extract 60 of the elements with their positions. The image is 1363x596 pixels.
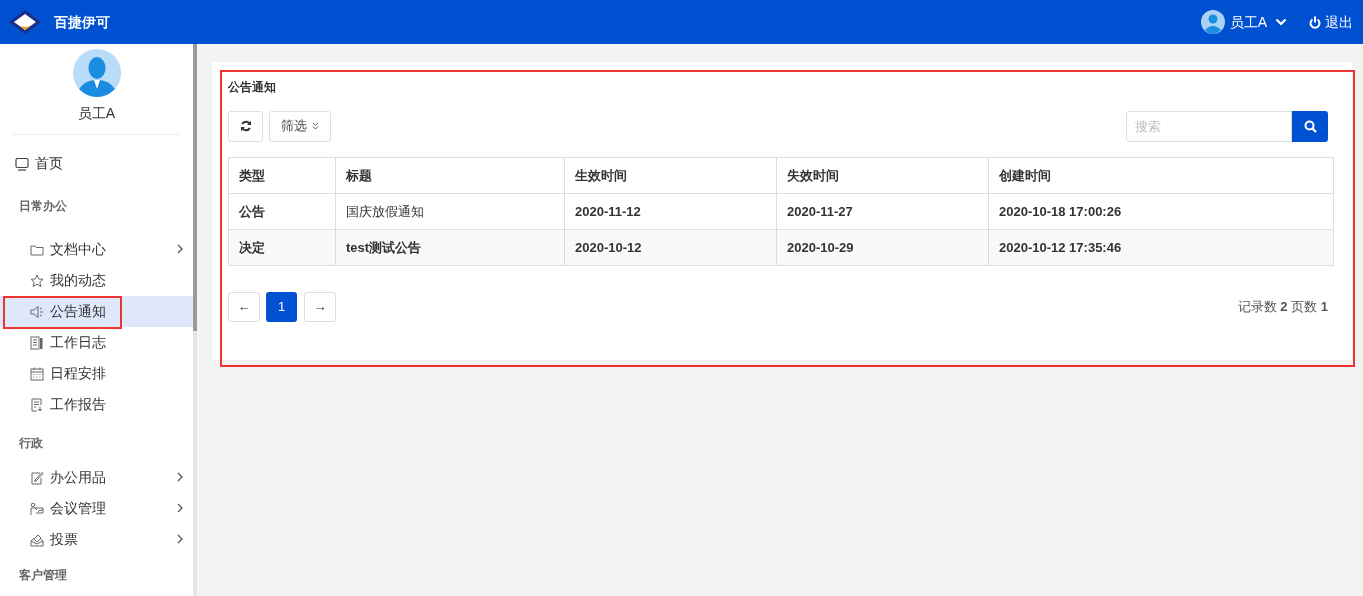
logout-button[interactable]: 退出 <box>1309 11 1353 33</box>
column-header: 生效时间 <box>564 157 777 194</box>
user-name[interactable]: 员工A <box>1229 11 1267 33</box>
sidebar-item[interactable]: 会议管理 <box>0 493 193 524</box>
table-cell: 决定 <box>228 229 336 266</box>
document-icon <box>30 397 44 412</box>
sidebar-item[interactable]: 文档中心 <box>0 234 193 265</box>
sidebar-item[interactable]: 我的动态 <box>0 265 193 296</box>
table-cell: 2020-11-27 <box>776 193 989 230</box>
avatar-icon <box>72 49 121 97</box>
star-icon <box>30 273 44 288</box>
section-heading: 客户管理 <box>18 567 68 584</box>
calendar-icon <box>30 366 44 381</box>
column-header: 失效时间 <box>776 157 989 194</box>
table-cell: 国庆放假通知 <box>335 193 565 230</box>
sidebar-item[interactable]: 投票 <box>0 524 193 555</box>
page-button[interactable]: 1 <box>266 292 297 322</box>
user-name: 员工A <box>77 104 116 123</box>
logo-icon <box>8 9 42 35</box>
record-summary: 记录数 2 页数 1 <box>1237 298 1328 317</box>
sidebar-item[interactable]: 工作报告 <box>0 389 193 420</box>
chevron-down-icon <box>1275 18 1287 26</box>
sidebar-item[interactable]: 首页 <box>0 148 193 179</box>
scrollbar-thumb[interactable] <box>193 44 197 331</box>
table-cell: test测试公告 <box>335 229 565 266</box>
sidebar-item[interactable]: 日程安排 <box>0 358 193 389</box>
prev-page-button[interactable]: ← <box>228 292 260 322</box>
refresh-button[interactable] <box>228 110 263 142</box>
column-header: 创建时间 <box>988 157 1334 194</box>
refresh-icon <box>239 120 252 132</box>
table-cell: 公告 <box>228 193 336 230</box>
monitor-icon <box>15 156 29 171</box>
edit-icon <box>30 470 44 485</box>
sidebar-item[interactable]: 公告通知 <box>0 296 193 327</box>
search-icon <box>1303 119 1317 133</box>
folder-icon <box>30 242 44 257</box>
speaker-icon <box>30 304 44 319</box>
avatar-icon <box>1200 10 1225 34</box>
search-field[interactable]: 搜索 <box>1126 110 1292 142</box>
column-header: 类型 <box>228 157 336 194</box>
app-name: 百捷伊可 <box>54 12 110 32</box>
table-cell: 2020-10-12 <box>564 229 777 266</box>
ballot-icon <box>30 532 44 547</box>
next-page-button[interactable]: → <box>304 292 336 322</box>
column-header: 标题 <box>335 157 565 194</box>
table-cell: 2020-10-18 17:00:26 <box>988 193 1334 230</box>
presentation-icon <box>30 501 44 516</box>
double-chevron-icon <box>312 122 319 130</box>
table-cell: 2020-10-29 <box>776 229 989 266</box>
sidebar-item[interactable]: 工作日志 <box>0 327 193 358</box>
notebook-icon <box>30 335 44 350</box>
search-button[interactable] <box>1292 110 1328 142</box>
section-heading: 行政 <box>18 435 44 452</box>
power-icon <box>1309 15 1321 29</box>
table-cell: 2020-10-12 17:35:46 <box>988 229 1334 266</box>
section-heading: 日常办公 <box>18 198 68 215</box>
table-cell: 2020-11-12 <box>564 193 777 230</box>
filter-button[interactable]: 筛选 <box>269 110 331 142</box>
panel-title: 公告通知 <box>228 79 277 96</box>
sidebar-item[interactable]: 办公用品 <box>0 462 193 493</box>
